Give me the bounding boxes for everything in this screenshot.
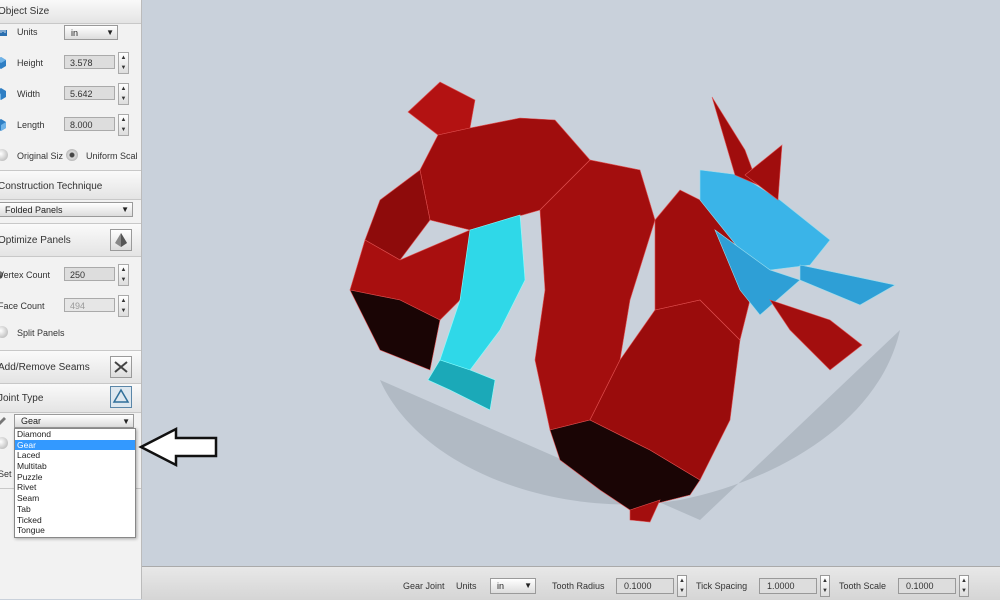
- original-size-toggle[interactable]: [0, 149, 8, 161]
- down-arrow-icon[interactable]: ▼: [821, 586, 829, 596]
- joint-value: Gear: [21, 416, 42, 426]
- construction-title: Construction Technique: [0, 181, 103, 192]
- split-panels-label: Split Panels: [17, 328, 65, 338]
- tooth-scale-field[interactable]: 0.1000: [898, 578, 956, 594]
- face-count-field: 494: [64, 298, 115, 312]
- seams-button[interactable]: [110, 356, 132, 378]
- vertex-count-stepper[interactable]: ▲ ▼: [118, 264, 129, 286]
- optimize-button[interactable]: [110, 229, 132, 251]
- joint-settings-bar: Gear Joint Units in ▼ Tooth Radius 0.1000…: [142, 566, 1000, 600]
- tick-spacing-label: Tick Spacing: [696, 581, 748, 591]
- pencil-icon: [0, 417, 6, 425]
- joint-type-dropdown[interactable]: Diamond Gear Laced Multitab Puzzle Rivet Seam T…: [14, 428, 136, 538]
- bottom-units-label: Units: [456, 581, 477, 591]
- construction-value: Folded Panels: [5, 205, 63, 215]
- gear-joint-label: Gear Joint: [403, 581, 445, 591]
- joint-option-multitab[interactable]: Multitab: [15, 461, 135, 472]
- construction-select[interactable]: Folded Panels ▼: [0, 202, 133, 217]
- joint-option-puzzle[interactable]: Puzzle: [15, 472, 135, 483]
- chevron-down-icon: ▼: [106, 28, 114, 37]
- split-panels-toggle[interactable]: [0, 326, 8, 338]
- units-select[interactable]: in ▼: [64, 25, 118, 40]
- tooth-radius-field[interactable]: 0.1000: [616, 578, 674, 594]
- units-label: Units: [17, 27, 38, 37]
- ruler-icon: [0, 30, 7, 36]
- chevron-down-icon: ▼: [122, 417, 130, 426]
- tooth-radius-label: Tooth Radius: [552, 581, 605, 591]
- vertex-count-field[interactable]: 250: [64, 267, 115, 281]
- up-arrow-icon[interactable]: ▲: [119, 84, 128, 94]
- optimize-title: Optimize Panels: [0, 235, 71, 246]
- left-arrow-icon: [138, 426, 218, 468]
- width-field[interactable]: 5.642: [64, 86, 115, 100]
- settings-panel: Object Size Units in ▼ Height 3.578 ▲ ▼ Wi…: [0, 0, 142, 599]
- tooth-scale-label: Tooth Scale: [839, 581, 887, 591]
- down-arrow-icon[interactable]: ▼: [119, 125, 128, 135]
- triangle-recycle-icon: [112, 388, 130, 403]
- chevron-down-icon: ▼: [121, 205, 129, 214]
- joint-option-diamond[interactable]: Diamond: [15, 429, 135, 440]
- joint-option-toggle[interactable]: [0, 437, 8, 449]
- up-arrow-icon[interactable]: ▲: [119, 115, 128, 125]
- joint-option-seam[interactable]: Seam: [15, 493, 135, 504]
- length-label: Length: [17, 120, 45, 130]
- height-cube-icon: [0, 57, 6, 69]
- length-cube-icon: [0, 119, 6, 131]
- up-arrow-icon[interactable]: ▲: [960, 576, 968, 586]
- joint-option-tongue[interactable]: Tongue: [15, 525, 135, 536]
- joint-option-rivet[interactable]: Rivet: [15, 482, 135, 493]
- units-value: in: [71, 28, 79, 38]
- original-size-label: Original Siz: [17, 151, 64, 161]
- joint-option-laced[interactable]: Laced: [15, 450, 135, 461]
- length-field[interactable]: 8.000: [64, 117, 115, 131]
- bottom-units-select[interactable]: in ▼: [490, 578, 536, 594]
- height-field[interactable]: 3.578: [64, 55, 115, 69]
- down-arrow-icon[interactable]: ▼: [119, 306, 128, 316]
- joint-option-gear[interactable]: Gear: [15, 439, 135, 451]
- up-arrow-icon[interactable]: ▲: [119, 296, 128, 306]
- pyramid-icon: [115, 233, 127, 247]
- up-arrow-icon[interactable]: ▲: [119, 53, 128, 63]
- object-size-title: Object Size: [0, 6, 50, 17]
- uniform-scale-label: Uniform Scal: [86, 151, 138, 161]
- up-arrow-icon[interactable]: ▲: [119, 265, 128, 275]
- length-stepper[interactable]: ▲ ▼: [118, 114, 129, 136]
- scissors-icon: [114, 361, 128, 373]
- joint-select[interactable]: Gear ▼: [14, 414, 134, 428]
- down-arrow-icon[interactable]: ▼: [678, 586, 686, 596]
- down-arrow-icon[interactable]: ▼: [119, 63, 128, 73]
- chevron-down-icon: ▼: [524, 581, 532, 590]
- tooth-radius-stepper[interactable]: ▲ ▼: [677, 575, 687, 597]
- model-viewport[interactable]: [142, 0, 1000, 566]
- joint-button[interactable]: [110, 386, 132, 408]
- tick-spacing-stepper[interactable]: ▲ ▼: [820, 575, 830, 597]
- width-stepper[interactable]: ▲ ▼: [118, 83, 129, 105]
- uniform-scale-toggle[interactable]: [66, 149, 78, 161]
- height-stepper[interactable]: ▲ ▼: [118, 52, 129, 74]
- joint-option-tab[interactable]: Tab: [15, 504, 135, 515]
- width-label: Width: [17, 89, 41, 99]
- face-count-stepper[interactable]: ▲ ▼: [118, 295, 129, 317]
- tick-spacing-field[interactable]: 1.0000: [759, 578, 817, 594]
- width-cube-icon: [0, 88, 6, 100]
- up-arrow-icon[interactable]: ▲: [821, 576, 829, 586]
- up-arrow-icon[interactable]: ▲: [678, 576, 686, 586]
- down-arrow-icon[interactable]: ▼: [960, 586, 968, 596]
- tooth-scale-stepper[interactable]: ▲ ▼: [959, 575, 969, 597]
- down-arrow-icon[interactable]: ▼: [119, 94, 128, 104]
- seams-title: Add/Remove Seams: [0, 362, 90, 373]
- vertex-count-label: Vertex Count: [0, 270, 51, 280]
- joint-title: Joint Type: [0, 393, 44, 404]
- dragon-model[interactable]: [349, 81, 900, 523]
- height-label: Height: [17, 58, 44, 68]
- bottom-units-value: in: [497, 581, 505, 591]
- down-arrow-icon[interactable]: ▼: [119, 275, 128, 285]
- face-count-label: Face Count: [0, 301, 45, 311]
- joint-option-ticked[interactable]: Ticked: [15, 515, 135, 526]
